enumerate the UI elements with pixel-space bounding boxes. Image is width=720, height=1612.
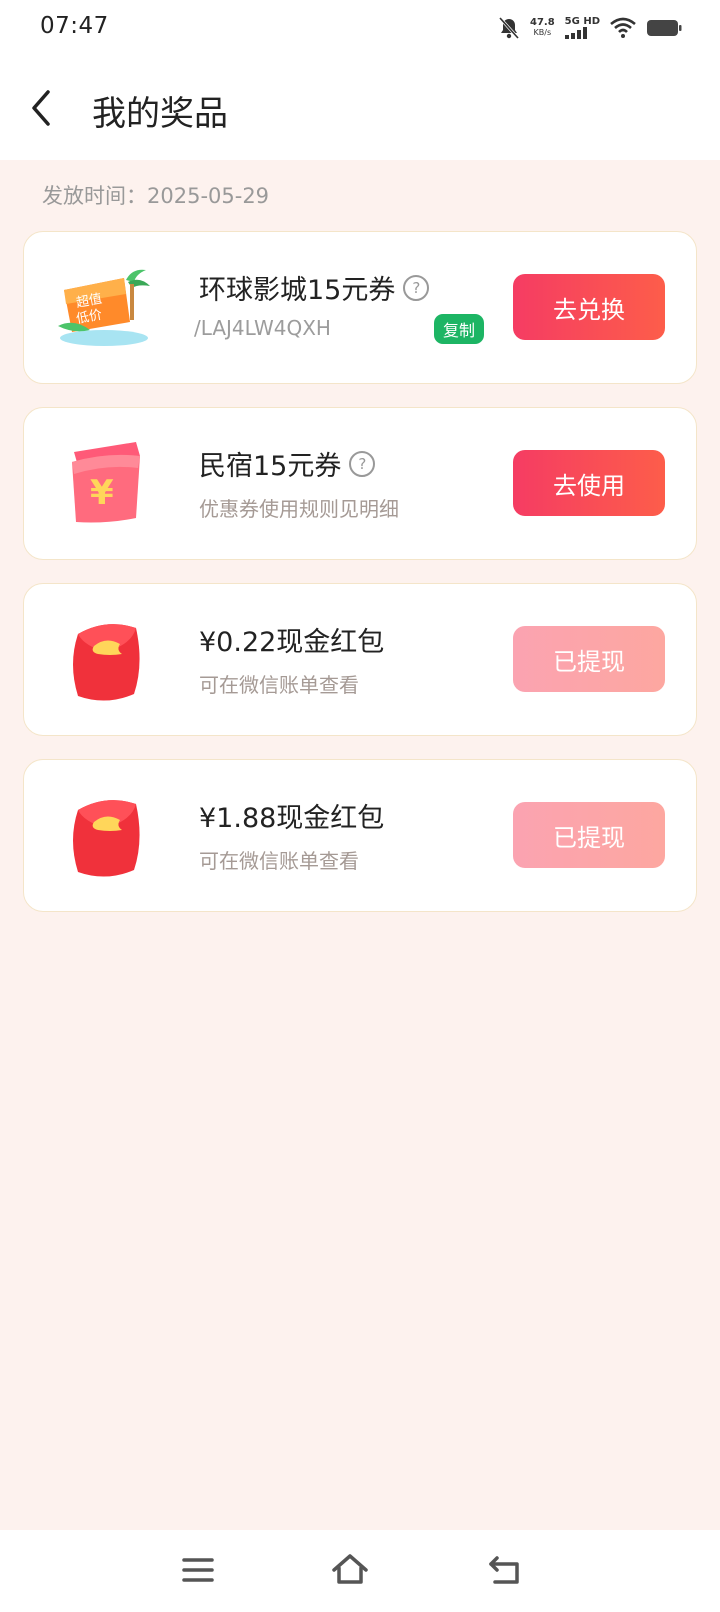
prize-card: ¥ 民宿15元券 ? 优惠券使用规则见明细 去使用: [23, 407, 697, 560]
mute-bell-icon: [498, 16, 520, 40]
page-title: 我的奖品: [92, 94, 228, 134]
prize-card: ¥0.22现金红包 可在微信账单查看 已提现: [23, 583, 697, 736]
prize-card: ¥1.88现金红包 可在微信账单查看 已提现: [23, 759, 697, 912]
prize-list: 发放时间：2025-05-29 超值 低价 环球影城15元券 ? /LAJ4LW…: [0, 160, 720, 1530]
yuan-coupon-icon: ¥: [72, 442, 140, 523]
prize-subtitle: 优惠券使用规则见明细: [199, 497, 399, 521]
discount-ticket-icon: 超值 低价: [58, 269, 150, 346]
copy-button[interactable]: 复制: [434, 314, 485, 344]
prize-subtitle: 可在微信账单查看: [199, 673, 359, 697]
coupon-code: /LAJ4LW4QXH: [194, 316, 331, 340]
red-envelope-icon: [73, 800, 140, 877]
status-icons: 47.8 KB/s 5G HD: [498, 14, 682, 42]
signal: 5G HD: [564, 16, 600, 39]
back-icon[interactable]: [487, 1552, 527, 1588]
prize-card: 超值 低价 环球影城15元券 ? /LAJ4LW4QXH 复制 去兑换: [23, 231, 697, 384]
svg-text:¥: ¥: [90, 473, 114, 513]
prize-title: ¥0.22现金红包: [199, 627, 385, 658]
network-label: 5G HD: [564, 16, 600, 27]
net-speed: 47.8 KB/s: [530, 18, 555, 38]
system-nav-bar: [0, 1530, 720, 1612]
help-icon[interactable]: ?: [349, 450, 376, 477]
prize-title: ¥1.88现金红包: [199, 803, 385, 834]
prize-title: 环球影城15元券 ?: [199, 268, 430, 307]
battery-icon: [647, 20, 682, 36]
signal-icon: [564, 27, 587, 39]
status-bar: 07:47 47.8 KB/s 5G HD: [0, 0, 720, 56]
net-speed-value: 47.8: [529, 17, 555, 28]
status-time: 07:47: [40, 13, 109, 39]
issue-date: 发放时间：2025-05-29: [42, 184, 270, 208]
prize-title-text: 民宿15元券: [199, 451, 342, 482]
withdrawn-button[interactable]: 已提现: [513, 802, 665, 868]
wifi-icon: [610, 17, 636, 38]
redeem-button[interactable]: 去兑换: [513, 274, 665, 340]
back-arrow-icon[interactable]: [26, 86, 58, 130]
home-icon[interactable]: [330, 1552, 370, 1588]
prize-subtitle: 可在微信账单查看: [199, 849, 359, 873]
prize-title: 民宿15元券 ?: [199, 444, 376, 483]
header: 我的奖品: [0, 56, 720, 160]
help-icon[interactable]: ?: [403, 274, 430, 301]
use-button[interactable]: 去使用: [513, 450, 665, 516]
red-envelope-icon: [73, 624, 140, 701]
withdrawn-button[interactable]: 已提现: [513, 626, 665, 692]
prize-title-text: 环球影城15元券: [199, 275, 396, 306]
menu-icon[interactable]: [180, 1552, 220, 1588]
net-speed-unit: KB/s: [533, 28, 552, 37]
